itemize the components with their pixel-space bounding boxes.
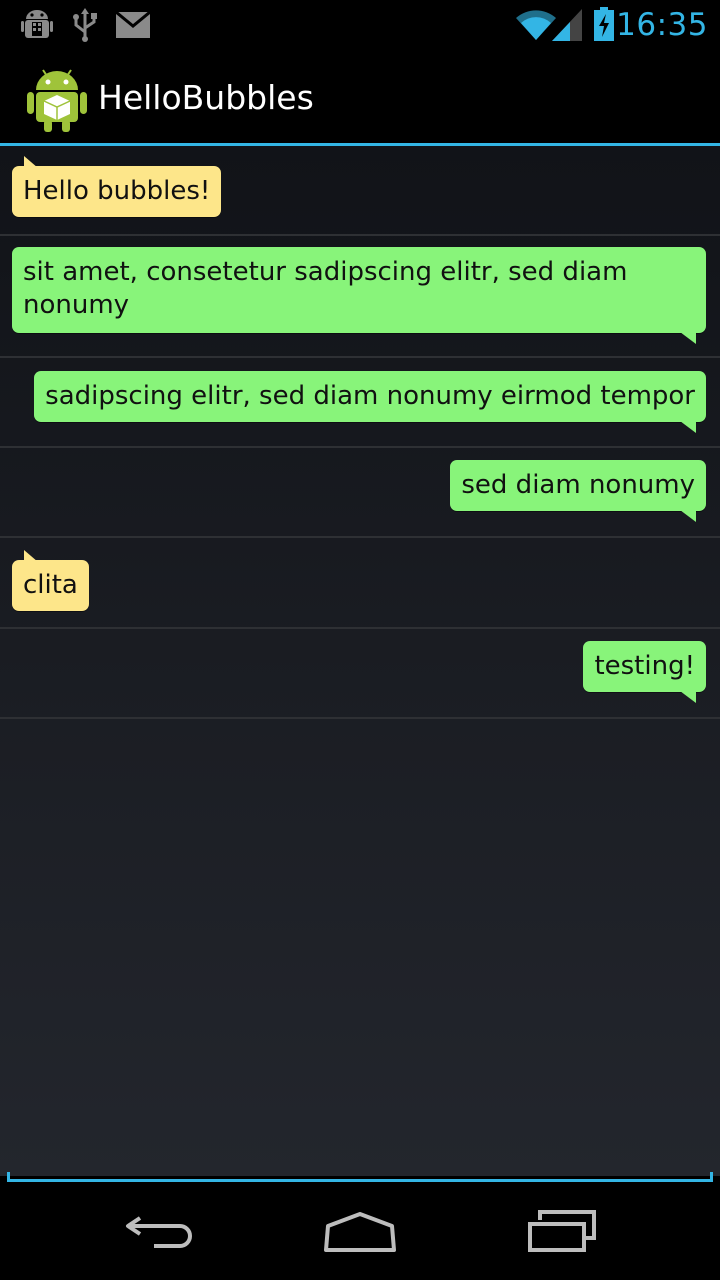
android-debug-icon xyxy=(20,8,54,47)
message-text: testing! xyxy=(594,651,695,681)
status-time: 16:35 xyxy=(616,7,708,43)
message-bubble-incoming: clita xyxy=(12,550,89,611)
list-item[interactable]: testing! xyxy=(0,629,720,719)
action-bar: HelloBubbles xyxy=(0,50,720,146)
message-text: sit amet, consetetur sadipscing elitr, s… xyxy=(23,257,628,320)
list-item[interactable]: sit amet, consetetur sadipscing elitr, s… xyxy=(0,236,720,358)
usb-icon xyxy=(72,8,98,47)
message-bubble-outgoing: sit amet, consetetur sadipscing elitr, s… xyxy=(12,247,706,344)
app-title: HelloBubbles xyxy=(98,78,314,117)
bubble-tail xyxy=(680,510,696,522)
bubble-tail xyxy=(680,421,696,433)
message-bubble-outgoing: sed diam nonumy xyxy=(450,460,706,522)
list-item[interactable]: clita xyxy=(0,538,720,629)
wifi-icon xyxy=(516,8,556,47)
message-text: sed diam nonumy xyxy=(461,470,695,500)
bubble-tail xyxy=(24,156,38,168)
message-bubble-incoming: Hello bubbles! xyxy=(12,156,222,217)
list-item[interactable]: sed diam nonumy xyxy=(0,448,720,538)
bubble-tail xyxy=(24,550,38,562)
mail-icon xyxy=(115,10,151,43)
message-text: Hello bubbles! xyxy=(23,176,211,206)
home-icon[interactable] xyxy=(322,1212,398,1259)
message-text: sadipscing elitr, sed diam nonumy eirmod… xyxy=(45,381,695,411)
message-bubble-outgoing: sadipscing elitr, sed diam nonumy eirmod… xyxy=(34,371,706,433)
status-bar: 16:35 xyxy=(0,0,720,50)
battery-charging-icon xyxy=(594,7,614,46)
screen: 16:35 HelloBubbles Hello bubbles! sit am… xyxy=(0,0,720,1280)
list-bottom-edge xyxy=(7,1172,713,1182)
signal-icon xyxy=(552,9,582,46)
navigation-bar xyxy=(0,1182,720,1280)
message-bubble-outgoing: testing! xyxy=(583,641,706,703)
message-text: clita xyxy=(23,570,78,600)
bubble-tail xyxy=(680,691,696,703)
list-item[interactable]: sadipscing elitr, sed diam nonumy eirmod… xyxy=(0,358,720,448)
android-app-icon[interactable] xyxy=(26,64,88,137)
back-icon[interactable] xyxy=(124,1212,196,1257)
recent-apps-icon[interactable] xyxy=(526,1208,598,1259)
list-item[interactable]: Hello bubbles! xyxy=(0,146,720,236)
bubble-tail xyxy=(680,332,696,344)
